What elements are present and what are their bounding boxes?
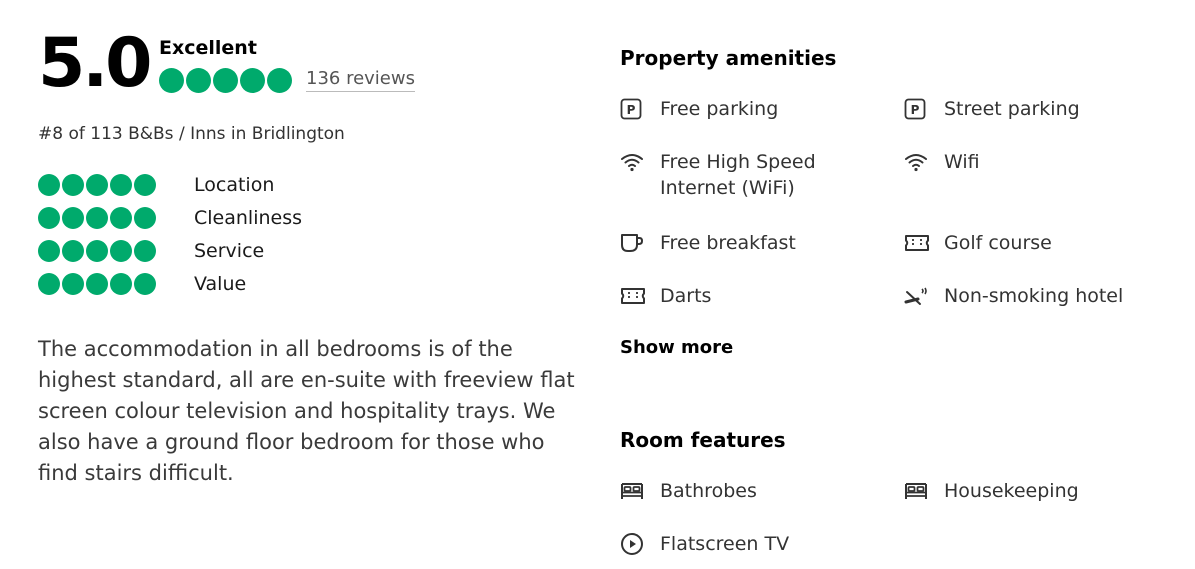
wifi-icon [904,149,944,175]
rating-bubble [267,68,292,93]
wifi-icon [620,149,660,175]
amenity-label: Non-smoking hotel [944,285,1124,307]
amenities-heading: Property amenities [620,46,837,70]
bed-icon [620,478,660,504]
bed-icon [904,478,944,504]
rating-bubble [186,68,211,93]
rating-bubble [240,68,265,93]
amenity-label: Golf course [944,232,1052,254]
rating-bubble [159,68,184,93]
subrating-label: Value [194,272,247,295]
amenity-label: Free breakfast [660,232,796,254]
subrating-cleanliness: Cleanliness [38,201,302,234]
show-more-link[interactable]: Show more [620,337,733,358]
feature-flatscreen-tv: Flatscreen TV [620,531,789,557]
rating-bubble [213,68,238,93]
coffee-cup-icon [620,230,660,256]
amenity-golf-course: Golf course [904,230,1052,256]
feature-housekeeping: Housekeeping [904,478,1079,504]
ranking-text: #8 of 113 B&Bs / Inns in Bridlington [38,124,345,144]
amenity-free-parking: P Free parking [620,96,778,122]
subrating-bubbles [38,239,194,262]
amenity-label: Wifi [944,151,980,173]
subrating-bubbles [38,173,194,196]
room-features-heading: Room features [620,428,786,452]
amenity-darts: Darts [620,283,711,309]
amenity-label: Street parking [944,98,1080,120]
feature-label: Flatscreen TV [660,533,790,555]
subrating-bubbles [38,272,194,295]
subrating-label: Cleanliness [194,206,303,229]
feature-label: Bathrobes [660,480,757,502]
svg-text:P: P [627,103,636,117]
subrating-label: Location [194,173,275,196]
reviews-link[interactable]: 136 reviews [306,67,415,92]
parking-icon: P [620,96,660,122]
amenity-label: Darts [660,285,712,307]
ticket-icon [904,230,944,256]
subrating-location: Location [38,168,302,201]
rating-label: Excellent [159,37,257,59]
subrating-label: Service [194,239,265,262]
subrating-service: Service [38,234,302,267]
ticket-icon [620,283,660,309]
feature-label: Housekeeping [944,480,1079,502]
amenity-free-internet: Free High Speed Internet (WiFi) [620,149,816,201]
rating-score: 5.0 [38,24,152,103]
no-smoking-icon [904,283,944,309]
amenity-wifi: Wifi [904,149,980,175]
feature-bathrobes: Bathrobes [620,478,757,504]
amenity-label-line2: Internet (WiFi) [660,177,795,199]
amenity-label: Free parking [660,98,779,120]
subrating-bubbles [38,206,194,229]
amenity-label: Free High Speed [660,151,816,173]
subratings-list: Location Cleanliness Service Value [38,168,302,300]
rating-bubbles [159,68,292,93]
subrating-value: Value [38,267,302,300]
play-icon [620,531,660,557]
amenity-free-breakfast: Free breakfast [620,230,796,256]
amenity-street-parking: P Street parking [904,96,1080,122]
property-description: The accommodation in all bedrooms is of … [38,337,575,485]
amenity-non-smoking: Non-smoking hotel [904,283,1123,309]
rating-details: Excellent 136 reviews [159,36,415,93]
svg-text:P: P [911,103,920,117]
parking-icon: P [904,96,944,122]
